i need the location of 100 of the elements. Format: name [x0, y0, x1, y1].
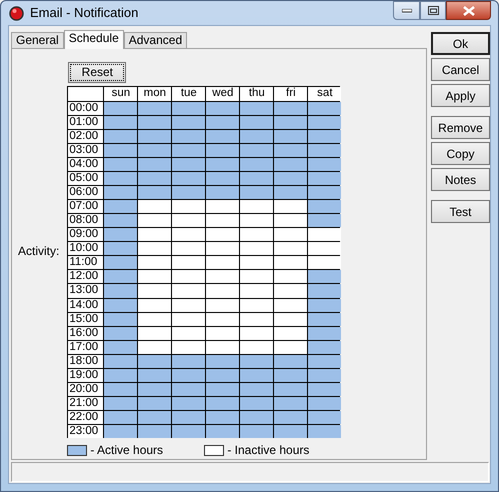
active-hour-cell[interactable]	[104, 270, 138, 284]
active-hour-cell[interactable]	[308, 214, 342, 228]
active-hour-cell[interactable]	[308, 396, 342, 410]
active-hour-cell[interactable]	[172, 102, 206, 115]
active-hour-cell[interactable]	[104, 242, 138, 256]
active-hour-cell[interactable]	[274, 130, 308, 144]
dialog-button[interactable]: Test	[431, 200, 490, 223]
dialog-button[interactable]: Remove	[431, 116, 490, 139]
active-hour-cell[interactable]	[138, 368, 172, 382]
active-hour-cell[interactable]	[104, 228, 138, 242]
active-hour-cell[interactable]	[104, 312, 138, 326]
active-hour-cell[interactable]	[104, 256, 138, 270]
active-hour-cell[interactable]	[240, 186, 274, 200]
active-hour-cell[interactable]	[104, 424, 138, 438]
active-hour-cell[interactable]	[308, 158, 342, 172]
active-hour-cell[interactable]	[104, 172, 138, 186]
active-hour-cell[interactable]	[308, 172, 342, 186]
active-hour-cell[interactable]	[172, 396, 206, 410]
active-hour-cell[interactable]	[138, 130, 172, 144]
active-hour-cell[interactable]	[240, 144, 274, 158]
dialog-button[interactable]: Copy	[431, 142, 490, 165]
maximize-button[interactable]	[420, 1, 446, 20]
active-hour-cell[interactable]	[172, 172, 206, 186]
active-hour-cell[interactable]	[240, 354, 274, 368]
active-hour-cell[interactable]	[104, 102, 138, 115]
active-hour-cell[interactable]	[274, 424, 308, 438]
active-hour-cell[interactable]	[104, 298, 138, 312]
active-hour-cell[interactable]	[308, 326, 342, 340]
active-hour-cell[interactable]	[172, 354, 206, 368]
active-hour-cell[interactable]	[240, 410, 274, 424]
active-hour-cell[interactable]	[104, 326, 138, 340]
active-hour-cell[interactable]	[240, 102, 274, 115]
active-hour-cell[interactable]	[308, 312, 342, 326]
active-hour-cell[interactable]	[138, 144, 172, 158]
active-hour-cell[interactable]	[206, 116, 240, 129]
active-hour-cell[interactable]	[172, 410, 206, 424]
active-hour-cell[interactable]	[104, 284, 138, 298]
active-hour-cell[interactable]	[274, 354, 308, 368]
active-hour-cell[interactable]	[206, 158, 240, 172]
dialog-button[interactable]: Notes	[431, 168, 490, 191]
active-hour-cell[interactable]	[138, 354, 172, 368]
active-hour-cell[interactable]	[308, 354, 342, 368]
active-hour-cell[interactable]	[308, 186, 342, 200]
active-hour-cell[interactable]	[206, 354, 240, 368]
active-hour-cell[interactable]	[240, 424, 274, 438]
active-hour-cell[interactable]	[138, 410, 172, 424]
active-hour-cell[interactable]	[172, 368, 206, 382]
active-hour-cell[interactable]	[104, 200, 138, 214]
tab[interactable]: Advanced	[124, 32, 188, 48]
tab[interactable]: Schedule	[64, 30, 124, 49]
active-hour-cell[interactable]	[206, 144, 240, 158]
active-hour-cell[interactable]	[240, 130, 274, 144]
active-hour-cell[interactable]	[206, 382, 240, 396]
active-hour-cell[interactable]	[308, 340, 342, 354]
active-hour-cell[interactable]	[206, 368, 240, 382]
active-hour-cell[interactable]	[206, 130, 240, 144]
active-hour-cell[interactable]	[308, 144, 342, 158]
active-hour-cell[interactable]	[138, 396, 172, 410]
dialog-button[interactable]: Ok	[431, 32, 490, 55]
active-hour-cell[interactable]	[104, 144, 138, 158]
active-hour-cell[interactable]	[308, 130, 342, 144]
active-hour-cell[interactable]	[138, 116, 172, 129]
active-hour-cell[interactable]	[104, 158, 138, 172]
active-hour-cell[interactable]	[104, 354, 138, 368]
active-hour-cell[interactable]	[274, 186, 308, 200]
active-hour-cell[interactable]	[274, 144, 308, 158]
active-hour-cell[interactable]	[240, 368, 274, 382]
active-hour-cell[interactable]	[138, 382, 172, 396]
active-hour-cell[interactable]	[308, 102, 342, 115]
active-hour-cell[interactable]	[240, 116, 274, 129]
active-hour-cell[interactable]	[172, 424, 206, 438]
active-hour-cell[interactable]	[274, 382, 308, 396]
active-hour-cell[interactable]	[104, 382, 138, 396]
active-hour-cell[interactable]	[206, 396, 240, 410]
active-hour-cell[interactable]	[206, 410, 240, 424]
active-hour-cell[interactable]	[308, 424, 342, 438]
active-hour-cell[interactable]	[274, 410, 308, 424]
reset-button[interactable]: Reset	[68, 62, 126, 83]
active-hour-cell[interactable]	[274, 158, 308, 172]
active-hour-cell[interactable]	[274, 116, 308, 129]
active-hour-cell[interactable]	[308, 382, 342, 396]
active-hour-cell[interactable]	[172, 130, 206, 144]
active-hour-cell[interactable]	[138, 158, 172, 172]
active-hour-cell[interactable]	[240, 396, 274, 410]
close-button[interactable]	[446, 1, 491, 20]
active-hour-cell[interactable]	[206, 424, 240, 438]
active-hour-cell[interactable]	[172, 186, 206, 200]
active-hour-cell[interactable]	[308, 116, 342, 129]
active-hour-cell[interactable]	[240, 158, 274, 172]
active-hour-cell[interactable]	[240, 382, 274, 396]
active-hour-cell[interactable]	[206, 186, 240, 200]
active-hour-cell[interactable]	[104, 368, 138, 382]
schedule-grid[interactable]: sun mon tue wed thu fri sat 00:00 01:00 02:00 03:00 04:00 05:00 06:00 07:00 08:00 09:00 10:00 11:00 12:00 13:00 14:00 15:00 16:00 17:00 18:00 19:00 20:00 21:00 22:00 23:00	[67, 86, 340, 438]
active-hour-cell[interactable]	[308, 368, 342, 382]
active-hour-cell[interactable]	[138, 424, 172, 438]
active-hour-cell[interactable]	[138, 102, 172, 115]
active-hour-cell[interactable]	[308, 284, 342, 298]
active-hour-cell[interactable]	[104, 130, 138, 144]
active-hour-cell[interactable]	[308, 298, 342, 312]
active-hour-cell[interactable]	[240, 172, 274, 186]
